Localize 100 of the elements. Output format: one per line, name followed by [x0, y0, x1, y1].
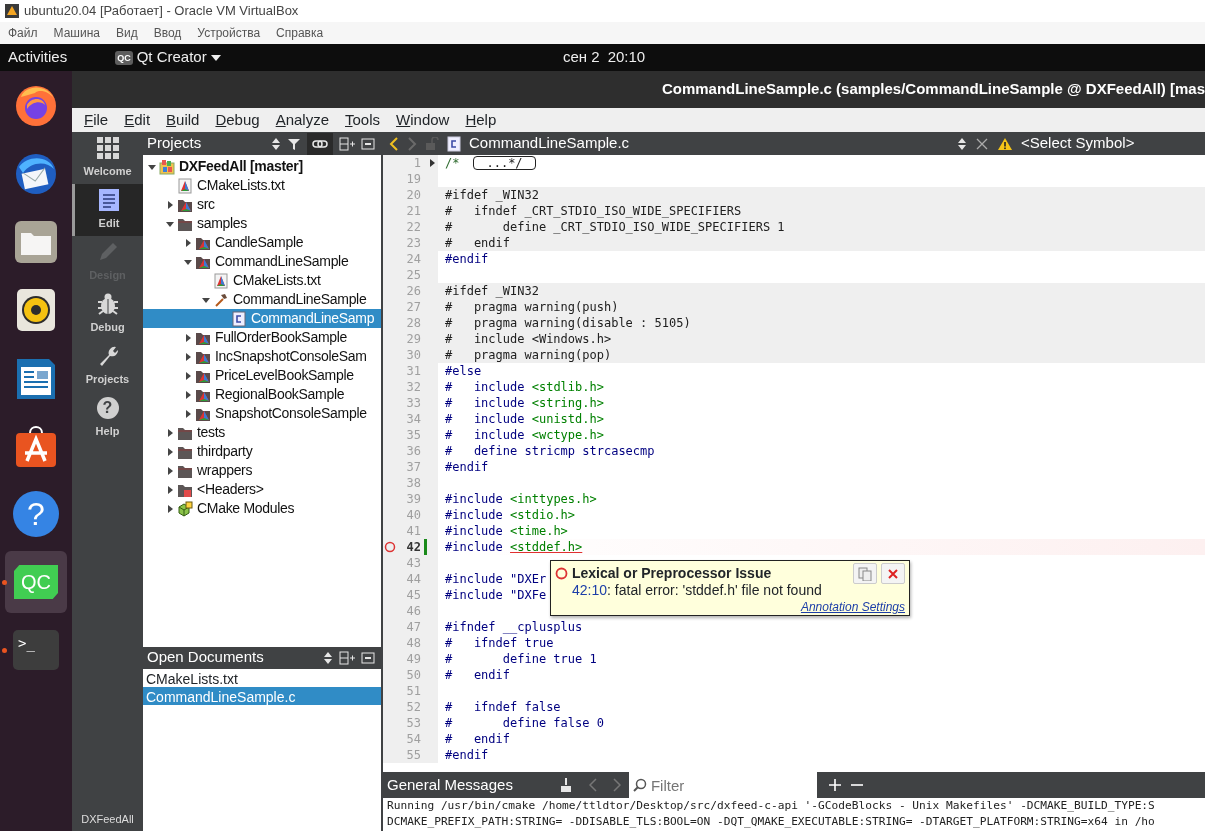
terminal-icon[interactable]: >_: [13, 630, 59, 670]
tree-item[interactable]: CommandLineSample: [143, 252, 381, 271]
sort-icon[interactable]: [271, 136, 281, 151]
symbol-selector[interactable]: <Select Symbol>: [1021, 132, 1135, 155]
menu-item[interactable]: Help: [461, 108, 501, 132]
settings-link[interactable]: Annotation Settings: [800, 598, 905, 616]
menu-item[interactable]: Debug: [211, 108, 264, 132]
expand-arrow[interactable]: [166, 200, 174, 209]
menu-item[interactable]: Edit: [120, 108, 155, 132]
help-icon[interactable]: ?: [13, 491, 59, 537]
expand-arrow[interactable]: [184, 390, 192, 399]
app-menu[interactable]: Qt Creator: [136, 46, 207, 69]
activities-button[interactable]: Activities: [0, 46, 68, 69]
split-icon[interactable]: [339, 650, 355, 665]
code-text: /*: [444, 155, 460, 171]
menu-item[interactable]: Analyze: [271, 108, 333, 132]
file-selector[interactable]: CommandLineSample.c: [469, 132, 949, 155]
line-number: 21: [405, 203, 421, 219]
tree-item[interactable]: FullOrderBookSample: [143, 328, 381, 347]
tree-item[interactable]: IncSnapshotConsoleSam: [143, 347, 381, 366]
mode-button[interactable]: Edit: [72, 184, 143, 236]
tree-item[interactable]: wrappers: [143, 461, 381, 480]
expand-arrow[interactable]: [166, 466, 174, 475]
tree-item[interactable]: SnapshotConsoleSample: [143, 404, 381, 423]
browser-icon[interactable]: [13, 83, 59, 129]
tree-item[interactable]: PriceLevelBookSample: [143, 366, 381, 385]
document-item[interactable]: CommandLineSample.c: [143, 686, 381, 705]
expand-arrow[interactable]: [166, 504, 174, 513]
split-icon[interactable]: [339, 136, 355, 151]
tree-item[interactable]: DXFeedAll [master]: [143, 157, 381, 176]
collapse-arrow[interactable]: [184, 257, 192, 266]
mail-icon[interactable]: [13, 151, 59, 197]
folded-comment[interactable]: ...*/: [473, 156, 536, 170]
expand-arrow[interactable]: [184, 238, 192, 247]
code-text: # define stricmp strcasecmp: [444, 443, 655, 459]
tree-item[interactable]: CandleSample: [143, 233, 381, 252]
menu-item[interactable]: Вид: [107, 24, 146, 42]
tree-item[interactable]: RegionalBookSample: [143, 385, 381, 404]
pane-title: Open Documents: [146, 647, 265, 668]
menu-item[interactable]: Устройства: [189, 24, 269, 42]
mode-button[interactable]: ? Help: [72, 392, 143, 444]
clear-icon[interactable]: [558, 777, 573, 793]
line-number: 28: [405, 315, 421, 331]
document-item[interactable]: CMakeLists.txt: [143, 668, 381, 687]
code-text: # pragma warning(disable : 5105): [444, 315, 691, 331]
tree-item[interactable]: CMake Modules: [143, 499, 381, 518]
add-icon[interactable]: [828, 779, 841, 791]
close-pane-icon[interactable]: [361, 137, 375, 150]
menu-item[interactable]: Ввод: [145, 24, 190, 42]
tree-item[interactable]: CMakeLists.txt: [143, 271, 381, 290]
folder-icon[interactable]: [13, 219, 59, 265]
expand-arrow[interactable]: [184, 352, 192, 361]
tree-item[interactable]: src: [143, 195, 381, 214]
line-number: 23: [405, 235, 421, 251]
mode-button[interactable]: Welcome: [72, 132, 143, 184]
link-icon[interactable]: [307, 132, 333, 155]
collapse-arrow[interactable]: [148, 162, 156, 171]
menu-item[interactable]: Build: [162, 108, 204, 132]
line-number: 49: [405, 651, 421, 667]
collapse-arrow[interactable]: [202, 295, 210, 304]
menu-item[interactable]: File: [80, 108, 113, 132]
menu-item[interactable]: Справка: [268, 24, 332, 42]
tree-item[interactable]: samples: [143, 214, 381, 233]
tree-item[interactable]: CommandLineSample: [143, 290, 381, 309]
caret-icon[interactable]: [210, 53, 221, 62]
close-pane-icon[interactable]: [361, 651, 375, 664]
tree-item[interactable]: tests: [143, 423, 381, 442]
mode-button[interactable]: Debug: [72, 288, 143, 340]
c-file-icon: [231, 310, 247, 327]
line-number: 32: [405, 379, 421, 395]
menu-item[interactable]: Файл: [0, 24, 46, 42]
expand-arrow[interactable]: [184, 371, 192, 380]
close-icon[interactable]: [975, 136, 989, 151]
sort-icon[interactable]: [323, 650, 333, 665]
collapse-arrow[interactable]: [166, 219, 174, 228]
code-text: #include <time.h>: [444, 523, 568, 539]
tree-item[interactable]: CMakeLists.txt: [143, 176, 381, 195]
menu-item[interactable]: Window: [392, 108, 454, 132]
sort-icon[interactable]: [957, 136, 967, 151]
menu-item[interactable]: Tools: [341, 108, 385, 132]
expand-arrow[interactable]: [184, 333, 192, 342]
expand-arrow[interactable]: [166, 485, 174, 494]
expand-arrow[interactable]: [166, 428, 174, 437]
close-button[interactable]: [881, 563, 905, 584]
tree-item[interactable]: <Headers>: [143, 480, 381, 499]
mode-button[interactable]: Projects: [72, 340, 143, 392]
filter-field[interactable]: Filter: [628, 772, 817, 798]
close-icon: [888, 568, 898, 579]
expand-arrow[interactable]: [184, 409, 192, 418]
code-text: #include <inttypes.h>: [444, 491, 597, 507]
filter-icon[interactable]: [287, 136, 301, 151]
tree-item[interactable]: thirdparty: [143, 442, 381, 461]
expand-arrow[interactable]: [429, 159, 436, 167]
shopping-bag-icon[interactable]: [13, 423, 59, 469]
tree-item[interactable]: CommandLineSamp: [143, 309, 381, 328]
line-number: 26: [405, 283, 421, 299]
line-number: 31: [405, 363, 421, 379]
menu-item[interactable]: Машина: [45, 24, 108, 42]
code-text: #include "DXFe: [444, 587, 547, 603]
expand-arrow[interactable]: [166, 447, 174, 456]
